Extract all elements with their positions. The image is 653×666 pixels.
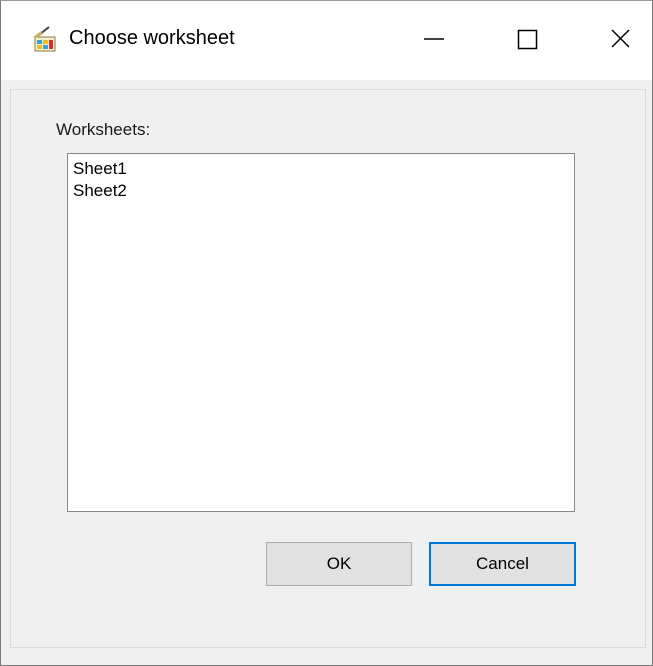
dialog-window: Choose worksheet Worksheets: Sheet1 Shee… bbox=[0, 0, 653, 666]
worksheets-listbox[interactable]: Sheet1 Sheet2 bbox=[67, 153, 575, 512]
ok-button[interactable]: OK bbox=[266, 542, 412, 586]
close-button[interactable] bbox=[579, 1, 649, 80]
minimize-button[interactable] bbox=[399, 1, 469, 80]
maximize-button[interactable] bbox=[494, 1, 564, 80]
title-bar[interactable]: Choose worksheet bbox=[1, 1, 652, 80]
list-item[interactable]: Sheet2 bbox=[73, 180, 127, 202]
spreadsheet-app-icon bbox=[29, 25, 59, 55]
list-item[interactable]: Sheet1 bbox=[73, 158, 127, 180]
cancel-button[interactable]: Cancel bbox=[429, 542, 576, 586]
worksheets-label: Worksheets: bbox=[56, 120, 151, 139]
window-title: Choose worksheet bbox=[69, 27, 235, 49]
